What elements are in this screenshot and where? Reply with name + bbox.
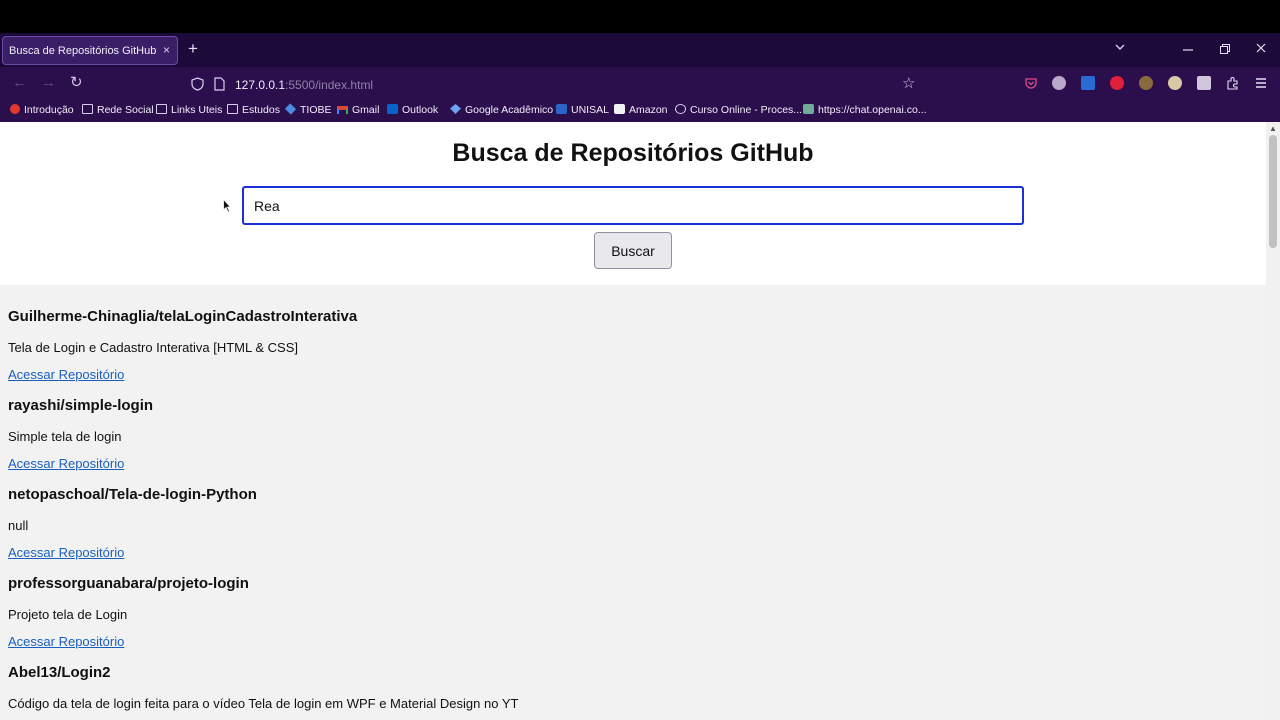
page-title: Busca de Repositórios GitHub — [452, 139, 814, 167]
bookmark-label: Outlook — [402, 104, 439, 116]
address-bar[interactable]: 127.0.0.1:5500/index.html ☆ — [184, 70, 924, 98]
navigation-bar: ← → ↻ 127.0.0.1:5500/index.html ☆ — [0, 67, 1280, 100]
outlook-icon — [387, 104, 398, 114]
folder-icon — [82, 104, 93, 114]
bookmark-label: Rede Social — [97, 104, 154, 116]
page-info-icon[interactable] — [214, 77, 225, 91]
repo-name: netopaschoal/Tela-de-login-Python — [8, 486, 257, 503]
close-tab-icon[interactable]: × — [163, 43, 170, 57]
results-list: Guilherme-Chinaglia/telaLoginCadastroInt… — [8, 308, 1248, 720]
list-tabs-icon[interactable] — [1114, 41, 1126, 53]
bookmark-label: TIOBE — [300, 104, 332, 116]
scrollbar-thumb[interactable] — [1269, 135, 1277, 248]
tab-bar: Busca de Repositórios GitHub × + — [0, 33, 1280, 67]
tab-title: Busca de Repositórios GitHub — [9, 45, 157, 57]
repo-description: Projeto tela de Login — [8, 607, 128, 622]
repo-name: Guilherme-Chinaglia/telaLoginCadastroInt… — [8, 308, 358, 325]
bookmark-label: https://chat.openai.co... — [818, 104, 927, 116]
forward-icon[interactable]: → — [41, 75, 56, 91]
shield-icon[interactable] — [191, 77, 204, 91]
bookmark-label: Google Acadêmico — [465, 104, 554, 116]
bookmark-star-icon[interactable]: ☆ — [902, 74, 915, 92]
repo-item: netopaschoal/Tela-de-login-Python null A… — [8, 486, 1248, 575]
extension-red-icon[interactable] — [1110, 76, 1124, 90]
search-input[interactable] — [242, 186, 1024, 225]
extension-translate-icon[interactable] — [1081, 76, 1095, 90]
extension-face-icon[interactable] — [1168, 76, 1182, 90]
bookmarks-toolbar: Introdução Rede Social Links Uteis Estud… — [0, 100, 1280, 122]
folder-icon — [156, 104, 167, 114]
repo-name: Abel13/Login2 — [8, 664, 111, 681]
gmail-icon — [337, 106, 348, 114]
scholar-icon — [450, 104, 461, 114]
bookmark-rede-social[interactable]: Rede Social — [82, 104, 154, 116]
repo-item: professorguanabara/projeto-login Projeto… — [8, 575, 1248, 664]
bookmark-chat-openai[interactable]: https://chat.openai.co... — [803, 104, 927, 116]
bookmark-unisal[interactable]: UNISAL — [556, 104, 609, 116]
repo-link[interactable]: Acessar Repositório — [8, 456, 124, 471]
repo-item: rayashi/simple-login Simple tela de logi… — [8, 397, 1248, 486]
bookmark-gmail[interactable]: Gmail — [337, 104, 379, 116]
tiobe-icon — [284, 103, 297, 115]
bookmark-tiobe[interactable]: TIOBE — [284, 103, 332, 116]
url-host: 127.0.0.1 — [235, 78, 286, 92]
profile-avatar-icon[interactable] — [1052, 76, 1066, 90]
mouse-cursor-icon — [223, 199, 231, 213]
back-icon[interactable]: ← — [12, 75, 27, 91]
bookmark-estudos[interactable]: Estudos — [227, 104, 280, 116]
bookmark-label: Estudos — [242, 104, 280, 116]
bookmark-introducao[interactable]: Introdução — [10, 104, 74, 116]
amazon-icon — [614, 104, 625, 114]
bookmark-red-circle-icon — [10, 104, 20, 114]
search-button[interactable]: Buscar — [594, 232, 672, 269]
bookmark-label: Amazon — [629, 104, 668, 116]
repo-name: rayashi/simple-login — [8, 397, 154, 414]
minimize-icon[interactable] — [1182, 39, 1194, 59]
extensions-puzzle-icon[interactable] — [1226, 76, 1240, 90]
screen-top-strip — [0, 0, 1280, 33]
reload-icon[interactable]: ↻ — [70, 75, 83, 91]
repo-description: null — [8, 518, 29, 533]
repo-item: Guilherme-Chinaglia/telaLoginCadastroInt… — [8, 308, 1248, 397]
menu-icon[interactable] — [1254, 76, 1268, 90]
repo-description: Simple tela de login — [8, 429, 122, 444]
globe-icon — [675, 104, 686, 114]
pocket-icon[interactable] — [1024, 76, 1038, 90]
url-text: 127.0.0.1:5500/index.html — [235, 78, 373, 92]
unisal-icon — [556, 104, 567, 114]
bookmark-label: UNISAL — [571, 104, 609, 116]
extension-card-icon[interactable] — [1197, 76, 1211, 90]
search-header: Busca de Repositórios GitHub Buscar — [0, 122, 1266, 285]
vertical-scrollbar[interactable]: ▲ — [1266, 122, 1280, 720]
bookmark-label: Gmail — [352, 104, 380, 116]
bookmark-curso-online[interactable]: Curso Online - Proces... — [675, 104, 802, 116]
bookmark-label: Curso Online - Proces... — [690, 104, 803, 116]
folder-icon — [227, 104, 238, 114]
scroll-up-arrow-icon[interactable]: ▲ — [1269, 124, 1277, 133]
close-window-icon[interactable] — [1255, 39, 1267, 59]
url-path: :5500/index.html — [285, 78, 374, 92]
bookmark-amazon[interactable]: Amazon — [614, 104, 668, 116]
repo-link[interactable]: Acessar Repositório — [8, 367, 124, 382]
new-tab-button[interactable]: + — [188, 40, 198, 58]
bookmark-links-uteis[interactable]: Links Uteis — [156, 104, 222, 116]
repo-link[interactable]: Acessar Repositório — [8, 634, 124, 649]
repo-name: professorguanabara/projeto-login — [8, 575, 249, 592]
repo-description: Tela de Login e Cadastro Interativa [HTM… — [8, 340, 298, 355]
restore-icon[interactable] — [1219, 39, 1231, 59]
extension-brown-icon[interactable] — [1139, 76, 1153, 90]
bookmark-outlook[interactable]: Outlook — [387, 104, 438, 116]
repo-description: Código da tela de login feita para o víd… — [8, 696, 519, 711]
page-viewport: Busca de Repositórios GitHub Buscar Guil… — [0, 122, 1266, 720]
repo-item: Abel13/Login2 Código da tela de login fe… — [8, 664, 1248, 720]
bookmark-label: Introdução — [24, 104, 74, 116]
openai-icon — [803, 104, 814, 114]
bookmark-google-academico[interactable]: Google Acadêmico — [450, 104, 553, 116]
browser-window: Busca de Repositórios GitHub × + ← → ↻ 1… — [0, 0, 1280, 720]
repo-link[interactable]: Acessar Repositório — [8, 545, 124, 560]
tab-active[interactable]: Busca de Repositórios GitHub × — [2, 36, 178, 65]
bookmark-label: Links Uteis — [171, 104, 223, 116]
